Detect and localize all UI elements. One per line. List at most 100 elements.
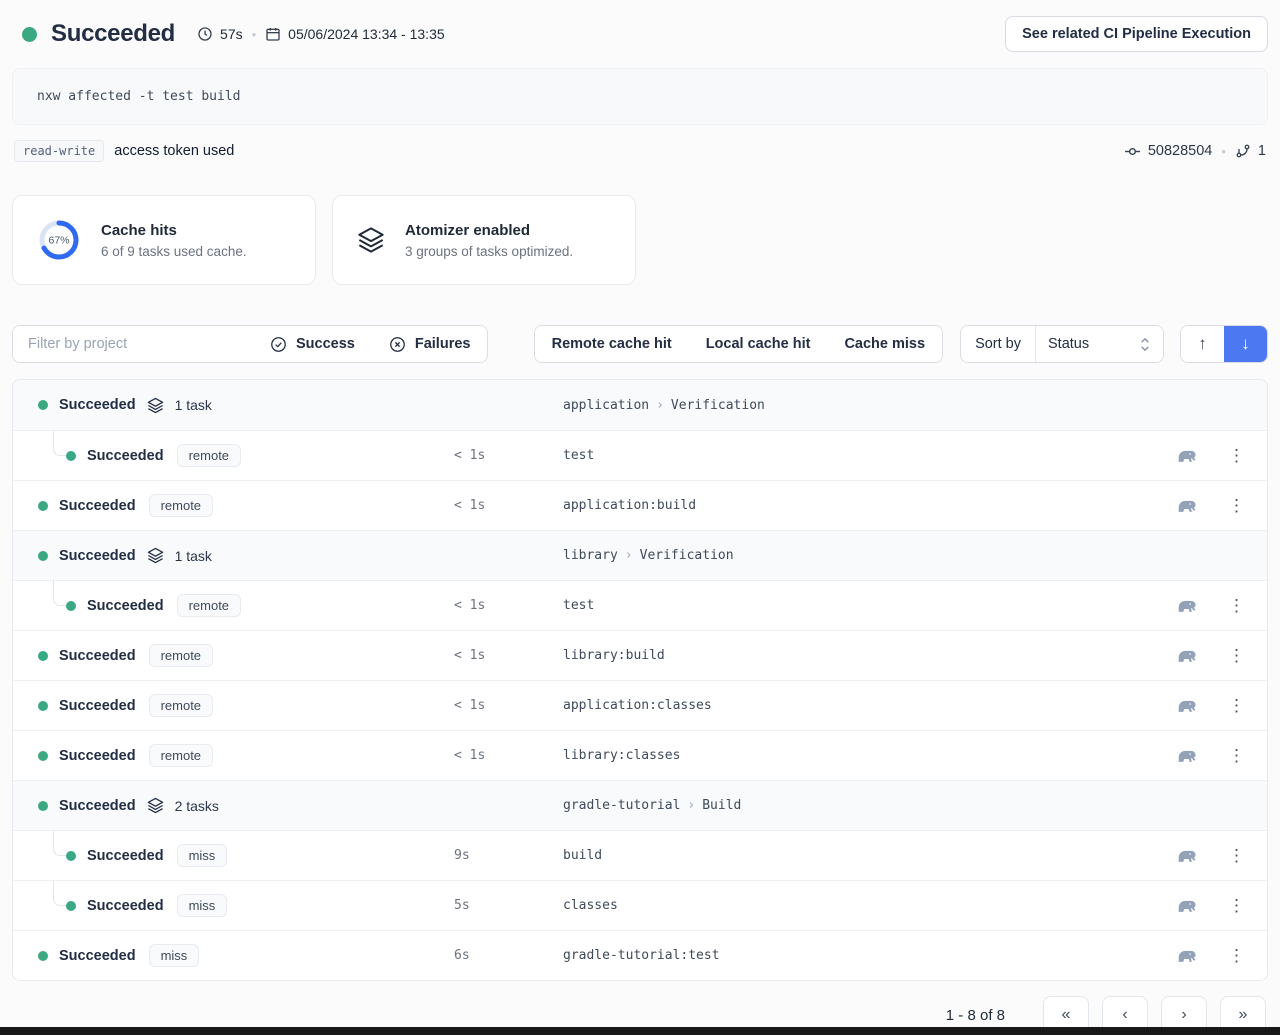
task-row[interactable]: Succeeded remote < 1s test ⋮	[13, 430, 1267, 480]
status-dot	[66, 451, 76, 461]
failures-filter-label: Failures	[415, 336, 471, 352]
commit-icon	[1124, 143, 1141, 160]
row-actions: ⋮	[1176, 745, 1251, 766]
task-name: classes	[563, 898, 618, 913]
task-status-cluster: Succeeded miss	[13, 844, 227, 867]
atomizer-subtitle: 3 groups of tasks optimized.	[405, 244, 573, 259]
layers-icon	[357, 226, 385, 254]
run-date-range: 05/06/2024 13:34 - 13:35	[288, 26, 444, 42]
row-actions: ⋮	[1176, 695, 1251, 716]
sort-ascending-button[interactable]: ↑	[1181, 326, 1224, 362]
remote-cache-hit-button[interactable]: Remote cache hit	[535, 326, 689, 362]
bottom-bar	[0, 1027, 1280, 1035]
kebab-menu-icon[interactable]: ⋮	[1222, 445, 1251, 466]
run-status-dot	[22, 27, 37, 42]
row-actions: ⋮	[1176, 845, 1251, 866]
cache-miss-button[interactable]: Cache miss	[827, 326, 942, 362]
task-status-cluster: Succeeded miss	[13, 944, 199, 967]
task-status-cluster: Succeeded remote	[13, 594, 241, 617]
branch-count: 1	[1258, 143, 1266, 159]
cache-status-badge: remote	[177, 594, 241, 617]
access-token-badge: read-write	[14, 140, 104, 162]
task-name: test	[563, 598, 594, 613]
kebab-menu-icon[interactable]: ⋮	[1222, 845, 1251, 866]
task-name: application:build	[563, 498, 696, 513]
task-row[interactable]: Succeeded miss 6s gradle-tutorial:test ⋮	[13, 930, 1267, 980]
cache-hit-percent: 67%	[48, 235, 69, 247]
kebab-menu-icon[interactable]: ⋮	[1222, 695, 1251, 716]
status-label: Succeeded	[87, 898, 164, 914]
task-status-cluster: Succeeded miss	[13, 894, 227, 917]
run-meta: 57s • 05/06/2024 13:34 - 13:35	[197, 26, 445, 42]
status-label: Succeeded	[59, 748, 136, 764]
target-name: Build	[702, 798, 741, 813]
kebab-menu-icon[interactable]: ⋮	[1222, 495, 1251, 516]
sort-status-select[interactable]: Status	[1035, 326, 1163, 362]
task-group-row[interactable]: Succeeded 1 task application›Verificatio…	[13, 380, 1267, 430]
sort-descending-button[interactable]: ↓	[1224, 326, 1267, 362]
token-row: read-write access token used 50828504 • …	[12, 140, 1268, 162]
filter-toolbar: Success Failures Remote cache hit Local …	[12, 325, 1268, 363]
gradle-elephant-icon	[1176, 898, 1198, 914]
project-name: gradle-tutorial	[563, 798, 680, 813]
cache-status-badge: remote	[149, 494, 213, 517]
task-count: 1 task	[175, 397, 212, 413]
cache-status-badge: miss	[149, 944, 200, 967]
success-filter-button[interactable]: Success	[253, 326, 372, 362]
row-actions: ⋮	[1176, 495, 1251, 516]
stat-cards: 67% Cache hits 6 of 9 tasks used cache. …	[12, 195, 1268, 285]
gradle-elephant-icon	[1176, 648, 1198, 664]
task-group-row[interactable]: Succeeded 2 tasks gradle-tutorial›Build	[13, 780, 1267, 830]
task-row[interactable]: Succeeded remote < 1s library:classes ⋮	[13, 730, 1267, 780]
calendar-icon	[265, 26, 281, 42]
kebab-menu-icon[interactable]: ⋮	[1222, 895, 1251, 916]
status-dot	[66, 851, 76, 861]
status-label: Succeeded	[59, 698, 136, 714]
task-duration: 6s	[454, 948, 470, 963]
gradle-elephant-icon	[1176, 598, 1198, 614]
commit-sha[interactable]: 50828504	[1148, 143, 1213, 159]
cache-hits-info: Cache hits 6 of 9 tasks used cache.	[101, 222, 247, 259]
task-duration: < 1s	[454, 448, 485, 463]
task-row[interactable]: Succeeded remote < 1s library:build ⋮	[13, 630, 1267, 680]
task-name: gradle-tutorial:test	[563, 948, 720, 963]
task-row[interactable]: Succeeded miss 5s classes ⋮	[13, 880, 1267, 930]
failures-filter-button[interactable]: Failures	[372, 326, 488, 362]
status-label: Succeeded	[87, 448, 164, 464]
status-dot	[66, 601, 76, 611]
status-label: Succeeded	[59, 798, 136, 814]
sort-status-value: Status	[1048, 336, 1089, 352]
project-name: application	[563, 398, 649, 413]
group-status-cluster: Succeeded 1 task	[13, 547, 212, 564]
kebab-menu-icon[interactable]: ⋮	[1222, 945, 1251, 966]
task-count: 2 tasks	[175, 798, 219, 814]
task-duration: < 1s	[454, 698, 485, 713]
see-related-ci-pipeline-button[interactable]: See related CI Pipeline Execution	[1005, 16, 1268, 52]
path-separator-icon: ›	[656, 398, 664, 413]
task-row[interactable]: Succeeded remote < 1s test ⋮	[13, 580, 1267, 630]
task-list: Succeeded 1 task application›Verificatio…	[12, 379, 1268, 981]
status-dot	[38, 400, 48, 410]
task-row[interactable]: Succeeded remote < 1s application:build …	[13, 480, 1267, 530]
cache-filter-group: Remote cache hit Local cache hit Cache m…	[534, 325, 943, 363]
layers-icon	[147, 397, 164, 414]
local-cache-hit-button[interactable]: Local cache hit	[689, 326, 828, 362]
task-name: test	[563, 448, 594, 463]
cache-status-badge: remote	[149, 694, 213, 717]
run-duration: 57s	[220, 26, 243, 42]
sort-by-label: Sort by	[961, 326, 1035, 362]
task-group-row[interactable]: Succeeded 1 task library›Verification	[13, 530, 1267, 580]
x-circle-icon	[389, 336, 406, 353]
gradle-elephant-icon	[1176, 748, 1198, 764]
status-dot	[38, 701, 48, 711]
task-row[interactable]: Succeeded remote < 1s application:classe…	[13, 680, 1267, 730]
cache-status-badge: remote	[177, 444, 241, 467]
status-dot	[38, 751, 48, 761]
kebab-menu-icon[interactable]: ⋮	[1222, 745, 1251, 766]
kebab-menu-icon[interactable]: ⋮	[1222, 645, 1251, 666]
task-row[interactable]: Succeeded miss 9s build ⋮	[13, 830, 1267, 880]
kebab-menu-icon[interactable]: ⋮	[1222, 595, 1251, 616]
path-separator-icon: ›	[625, 548, 633, 563]
filter-by-project-input[interactable]	[13, 326, 253, 362]
cache-hits-donut: 67%	[37, 218, 81, 262]
